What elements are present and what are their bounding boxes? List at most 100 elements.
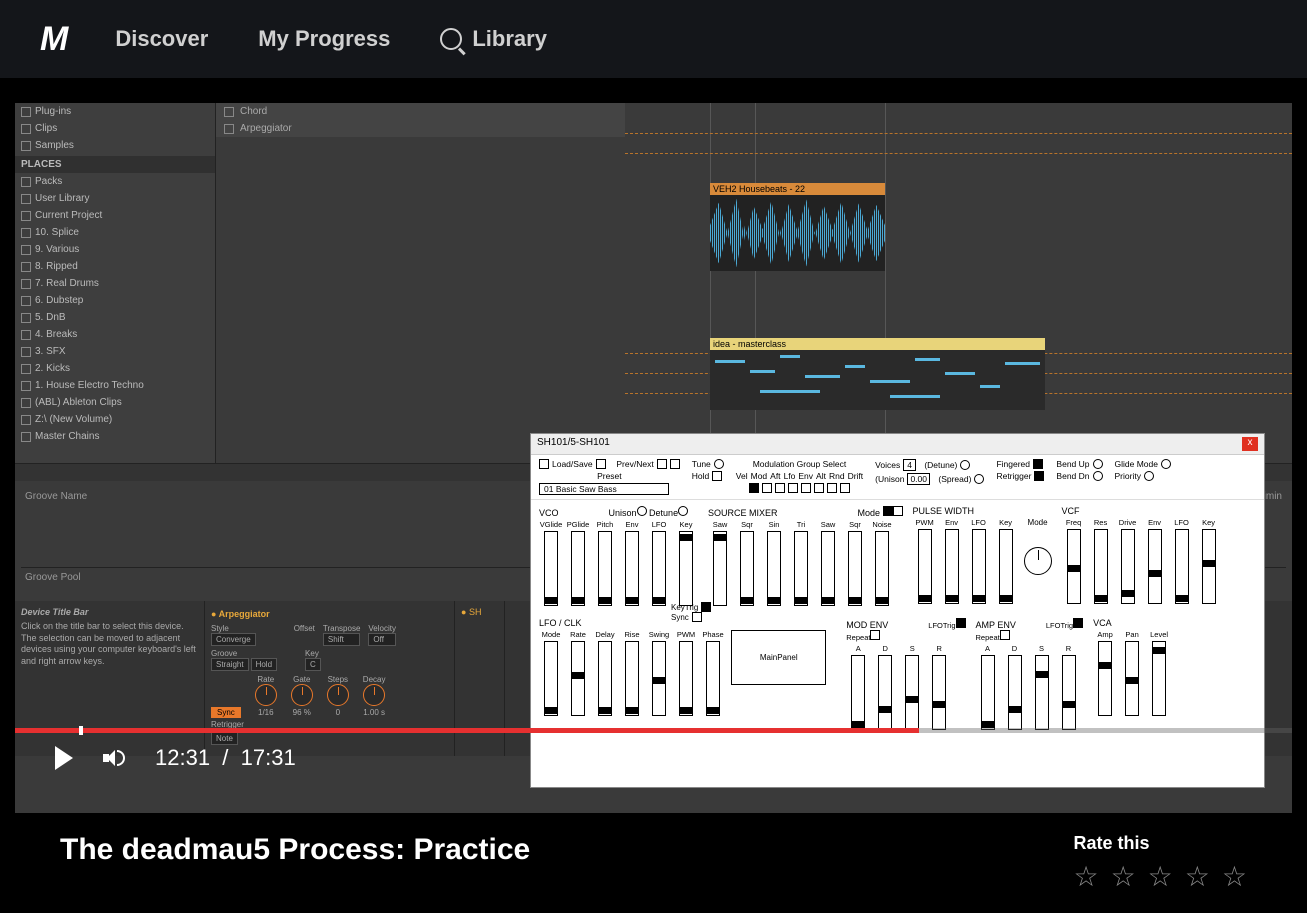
folder-icon — [21, 398, 31, 408]
nav-progress[interactable]: My Progress — [258, 26, 390, 52]
video-player[interactable]: Plug-ins Clips Samples PLACES Packs User… — [15, 103, 1292, 813]
star-icon[interactable]: ☆ — [1185, 860, 1210, 893]
logo[interactable]: M — [40, 20, 65, 59]
gate-knob — [291, 684, 313, 706]
slider: R — [1057, 644, 1081, 730]
decay-knob — [363, 684, 385, 706]
fullscreen-button[interactable] — [1230, 747, 1252, 769]
slider: A — [846, 644, 870, 730]
time-display: 12:31 / 17:31 — [155, 745, 296, 771]
browser-item: Arpeggiator — [216, 120, 625, 137]
slider: PWM — [674, 630, 698, 716]
close-icon: x — [1242, 437, 1258, 451]
folder-icon — [21, 194, 31, 204]
tune-knob — [714, 459, 724, 469]
slider: Sqr — [735, 520, 759, 606]
slider: Swing — [647, 630, 671, 716]
sidebar-place: 10. Splice — [15, 224, 215, 241]
slider: S — [900, 644, 924, 730]
slider: Delay — [593, 630, 617, 716]
star-icon[interactable]: ☆ — [1148, 860, 1173, 893]
star-icon[interactable]: ☆ — [1111, 860, 1136, 893]
nav-library[interactable]: Library — [440, 26, 547, 52]
vco-section: VCOUnison Detune VGlidePGlidePitchEnvLFO… — [539, 506, 698, 606]
play-button[interactable] — [55, 746, 73, 770]
pulse-width-section: PULSE WIDTH PWMEnvLFOKey Mode — [913, 506, 1052, 606]
slider: D — [1003, 644, 1027, 730]
slider: Amp — [1093, 630, 1117, 716]
search-icon — [440, 28, 462, 50]
daw-browser-sidebar: Plug-ins Clips Samples PLACES Packs User… — [15, 103, 215, 463]
sidebar-place: 2. Kicks — [15, 360, 215, 377]
slider: LFO — [967, 518, 991, 604]
slider: Sqr — [843, 520, 867, 606]
sidebar-place: 5. DnB — [15, 309, 215, 326]
slider: Env — [940, 518, 964, 604]
slider: VGlide — [539, 520, 563, 606]
slider: Sin — [762, 520, 786, 606]
sidebar-place: User Library — [15, 190, 215, 207]
daw-timeline: VEH2 Housebeats - 22 idea - masterclass — [625, 103, 1292, 463]
rate-label: Rate this — [1073, 833, 1149, 854]
lfo-section: LFO / CLK ModeRateDelayRiseSwingPWMPhase… — [539, 618, 711, 730]
vcf-section: VCF FreqResDriveEnvLFOKey — [1062, 506, 1221, 606]
folder-icon — [21, 347, 31, 357]
midi-clip: idea - masterclass — [710, 338, 1045, 413]
sidebar-place: 1. House Electro Techno — [15, 377, 215, 394]
mode-knob — [1024, 547, 1052, 575]
steps-knob — [327, 684, 349, 706]
main-panel-section: MainPanel — [731, 618, 826, 730]
play-icon — [55, 746, 73, 770]
folder-icon — [21, 211, 31, 221]
slider: Tri — [789, 520, 813, 606]
star-icon[interactable]: ☆ — [1073, 860, 1098, 893]
clip-header: VEH2 Housebeats - 22 — [710, 183, 885, 195]
slider: D — [873, 644, 897, 730]
folder-icon — [21, 364, 31, 374]
sidebar-place: 9. Various — [15, 241, 215, 258]
rating-widget: Rate this ☆ ☆ ☆ ☆ ☆ — [1073, 833, 1247, 893]
slider: PWM — [913, 518, 937, 604]
volume-icon — [103, 747, 125, 769]
slider: Mode — [539, 630, 563, 716]
cc-button[interactable]: CC — [1166, 747, 1200, 769]
slider: S — [1030, 644, 1054, 730]
waveform — [710, 195, 885, 271]
speed-button[interactable]: 1x — [1114, 747, 1136, 770]
lesson-title: The deadmau5 Process: Practice — [60, 833, 530, 867]
slider: A — [976, 644, 1000, 730]
site-header: M Discover My Progress Library — [0, 0, 1307, 78]
folder-icon — [21, 279, 31, 289]
slider: Rate — [566, 630, 590, 716]
hint-title: Device Title Bar — [21, 607, 198, 617]
slider: PGlide — [566, 520, 590, 606]
volume-button[interactable] — [103, 747, 125, 769]
arp-title: ● Arpeggiator — [211, 607, 448, 621]
folder-icon — [21, 381, 31, 391]
nav-discover[interactable]: Discover — [115, 26, 208, 52]
hint-text: Click on the title bar to select this de… — [21, 621, 198, 668]
folder-icon — [21, 330, 31, 340]
slider: Key — [1197, 518, 1221, 604]
slider: Res — [1089, 518, 1113, 604]
sidebar-place: 8. Ripped — [15, 258, 215, 275]
slider: LFO — [647, 520, 671, 606]
sidebar-place: 4. Breaks — [15, 326, 215, 343]
rate-knob — [255, 684, 277, 706]
slider: Freq — [1062, 518, 1086, 604]
sidebar-category: Clips — [15, 120, 215, 137]
slider: Key — [674, 520, 698, 606]
sidebar-category: Plug-ins — [15, 103, 215, 120]
device-icon — [224, 107, 234, 117]
main-nav: Discover My Progress Library — [115, 26, 547, 52]
slider: Saw — [816, 520, 840, 606]
folder-icon — [21, 177, 31, 187]
daw-browser-list: Chord Arpeggiator — [215, 103, 625, 463]
sidebar-category: Samples — [15, 137, 215, 154]
nav-library-label: Library — [472, 26, 547, 52]
clip-header: idea - masterclass — [710, 338, 1045, 350]
slider: Noise — [870, 520, 894, 606]
sidebar-place: Packs — [15, 173, 215, 190]
star-icon[interactable]: ☆ — [1222, 860, 1247, 893]
slider: LFO — [1170, 518, 1194, 604]
